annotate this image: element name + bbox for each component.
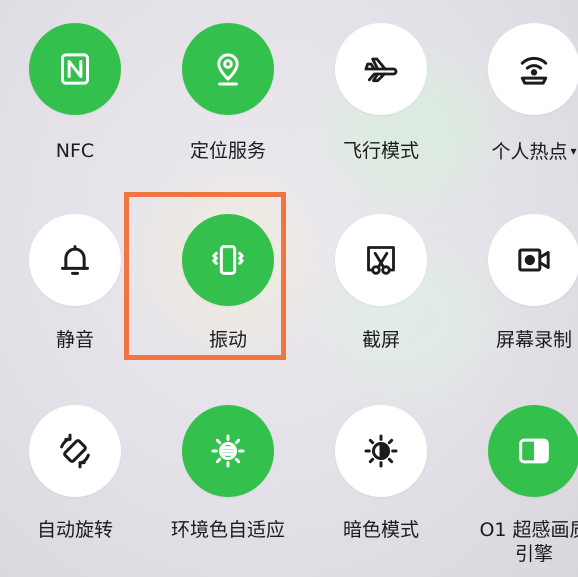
auto-rotate-toggle[interactable]: [29, 405, 121, 497]
half-sun-icon: [364, 434, 398, 468]
tile-label: 截屏: [361, 329, 400, 351]
tile-label-line2: 引擎: [514, 543, 553, 565]
scissors-icon: [367, 246, 395, 275]
silent-toggle[interactable]: [29, 214, 121, 306]
ambient-color-toggle[interactable]: [182, 405, 274, 497]
tile-label: 暗色模式: [342, 519, 419, 541]
rotate-icon: [60, 433, 90, 469]
dark-mode-toggle[interactable]: [335, 405, 427, 497]
selection-highlight-frame: [124, 192, 286, 360]
tile-label: 环境色自适应: [170, 519, 285, 541]
tile-ambient-color[interactable]: 环境色自适应: [153, 0, 303, 541]
tile-dark-mode[interactable]: 暗色模式: [306, 0, 456, 541]
sun-adjust-icon: [211, 434, 245, 468]
screenshot-toggle[interactable]: [335, 214, 427, 306]
o1-engine-toggle[interactable]: [488, 405, 578, 497]
tile-auto-rotate[interactable]: 自动旋转: [0, 0, 150, 541]
video-camera-icon: [518, 248, 550, 272]
tile-label: O1 超感画质 引擎: [455, 518, 578, 566]
tile-label: 屏幕录制: [495, 329, 572, 351]
display-engine-icon: [519, 438, 549, 464]
bell-icon: [61, 245, 89, 275]
tile-label-line1: O1 超感画质: [479, 519, 578, 541]
tile-label: 自动旋转: [36, 519, 113, 541]
tile-o1-engine[interactable]: O1 超感画质 引擎: [459, 0, 578, 565]
screen-record-toggle[interactable]: [488, 214, 578, 306]
